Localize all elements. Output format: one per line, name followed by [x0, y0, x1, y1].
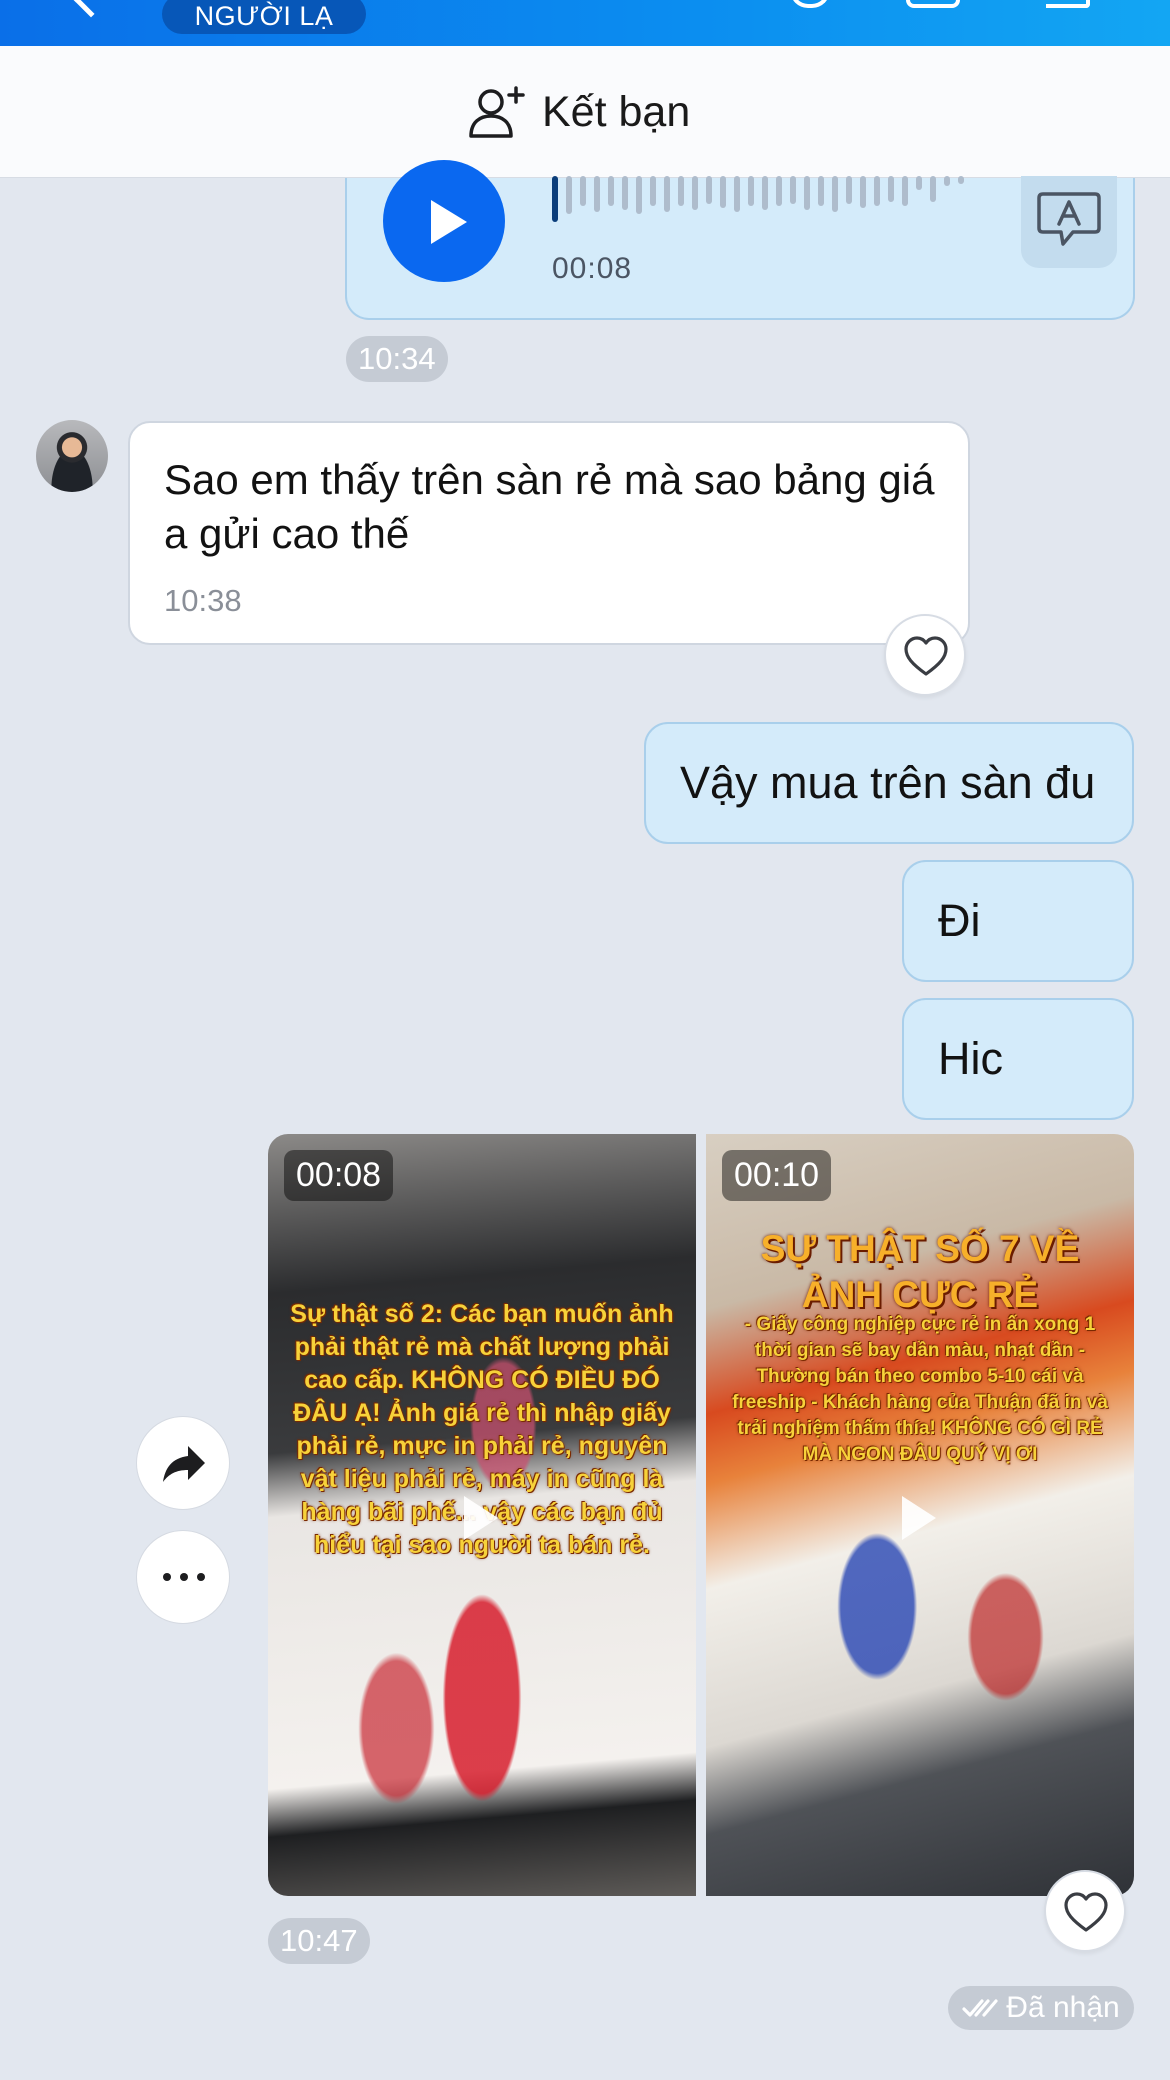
waveform-bar: [608, 176, 614, 206]
react-button[interactable]: [884, 614, 966, 696]
waveform-bar: [692, 176, 698, 210]
waveform-bar: [846, 176, 852, 204]
waveform-bar: [874, 176, 880, 206]
react-button[interactable]: [1044, 1870, 1126, 1952]
add-friend-label: Kết bạn: [542, 87, 691, 136]
waveform-bar: [678, 176, 684, 206]
video-time-pill: 10:47: [268, 1918, 370, 1964]
voice-message[interactable]: 00:08: [345, 160, 1135, 320]
sent-message-text: Đi: [938, 895, 981, 946]
sent-message-bubble[interactable]: Đi: [902, 860, 1134, 982]
received-message-time: 10:38: [164, 583, 242, 618]
add-friend-icon: [469, 86, 525, 138]
waveform-bar: [958, 176, 964, 184]
video-thumbnail[interactable]: 00:08 Sự thật số 2: Các bạn muốn ảnh phả…: [268, 1134, 696, 1896]
video-title: SỰ THẬT SỐ 7 VỀ ẢNH CỰC RẺ: [760, 1228, 1080, 1315]
video-caption: - Giấy công nghiệp cực rẻ in ấn xong 1 t…: [732, 1314, 1108, 1465]
waveform-bar: [734, 176, 740, 212]
forward-button[interactable]: [136, 1416, 230, 1510]
heart-icon: [1064, 1892, 1108, 1932]
waveform-bar: [664, 176, 670, 212]
stranger-badge: NGƯỜI LẠ: [162, 0, 366, 34]
call-icon[interactable]: [790, 0, 830, 8]
waveform-bar: [930, 176, 936, 202]
received-message-bubble[interactable]: Sao em thấy trên sàn rẻ mà sao bảng giá …: [128, 421, 970, 645]
waveform-bar: [594, 176, 600, 212]
waveform-bar: [552, 176, 558, 222]
waveform-bar: [650, 176, 656, 206]
waveform-bar: [762, 176, 768, 210]
heart-icon: [904, 636, 948, 676]
received-status: Đã nhận: [948, 1986, 1134, 2030]
sent-message-bubble[interactable]: Hic: [902, 998, 1134, 1120]
waveform-bar: [944, 176, 950, 186]
menu-icon[interactable]: [1046, 0, 1090, 8]
waveform-bar: [636, 176, 642, 214]
play-icon[interactable]: [383, 160, 505, 282]
waveform-bar: [748, 176, 754, 206]
double-check-icon: [962, 1999, 998, 2017]
avatar[interactable]: [36, 420, 108, 492]
transcribe-icon: [1037, 192, 1101, 246]
received-status-label: Đã nhận: [1006, 1991, 1120, 2024]
video-duration: 00:10: [722, 1150, 832, 1201]
voice-duration: 00:08: [552, 252, 633, 285]
video-thumbnail[interactable]: 00:10 SỰ THẬT SỐ 7 VỀ ẢNH CỰC RẺ - Giấy …: [706, 1134, 1134, 1896]
add-friend-bar: Kết bạn: [0, 46, 1170, 178]
top-bar: NGƯỜI LẠ: [0, 0, 1170, 46]
play-icon[interactable]: [902, 1496, 936, 1540]
waveform-bar: [790, 176, 796, 204]
forward-icon: [163, 1446, 205, 1482]
video-duration: 00:08: [284, 1150, 394, 1201]
waveform-bar: [720, 176, 726, 208]
waveform-bar: [818, 176, 824, 206]
transcribe-button[interactable]: [1021, 176, 1117, 268]
waveform-bar: [566, 176, 572, 214]
waveform-bar: [776, 176, 782, 206]
video-call-icon[interactable]: [906, 0, 960, 8]
waveform-bar: [888, 176, 894, 202]
waveform-bar: [580, 176, 586, 206]
waveform-bar: [832, 176, 838, 212]
waveform-bar: [706, 176, 712, 204]
more-icon: [163, 1573, 205, 1581]
received-message-text: Sao em thấy trên sàn rẻ mà sao bảng giá …: [164, 456, 935, 557]
waveform-bar: [916, 176, 922, 190]
voice-time-pill: 10:34: [346, 336, 448, 382]
waveform-bar: [622, 176, 628, 210]
waveform[interactable]: [552, 176, 972, 226]
add-friend-button[interactable]: Kết bạn: [468, 84, 690, 140]
more-button[interactable]: [136, 1530, 230, 1624]
sent-message-text: Hic: [938, 1033, 1003, 1084]
back-chevron-icon[interactable]: [72, 0, 110, 18]
waveform-bar: [804, 176, 810, 210]
play-icon[interactable]: [464, 1496, 498, 1540]
waveform-bar: [860, 176, 866, 208]
sent-message-text: Vậy mua trên sàn đu: [680, 757, 1096, 808]
sent-message-bubble[interactable]: Vậy mua trên sàn đu: [644, 722, 1134, 844]
waveform-bar: [902, 176, 908, 206]
